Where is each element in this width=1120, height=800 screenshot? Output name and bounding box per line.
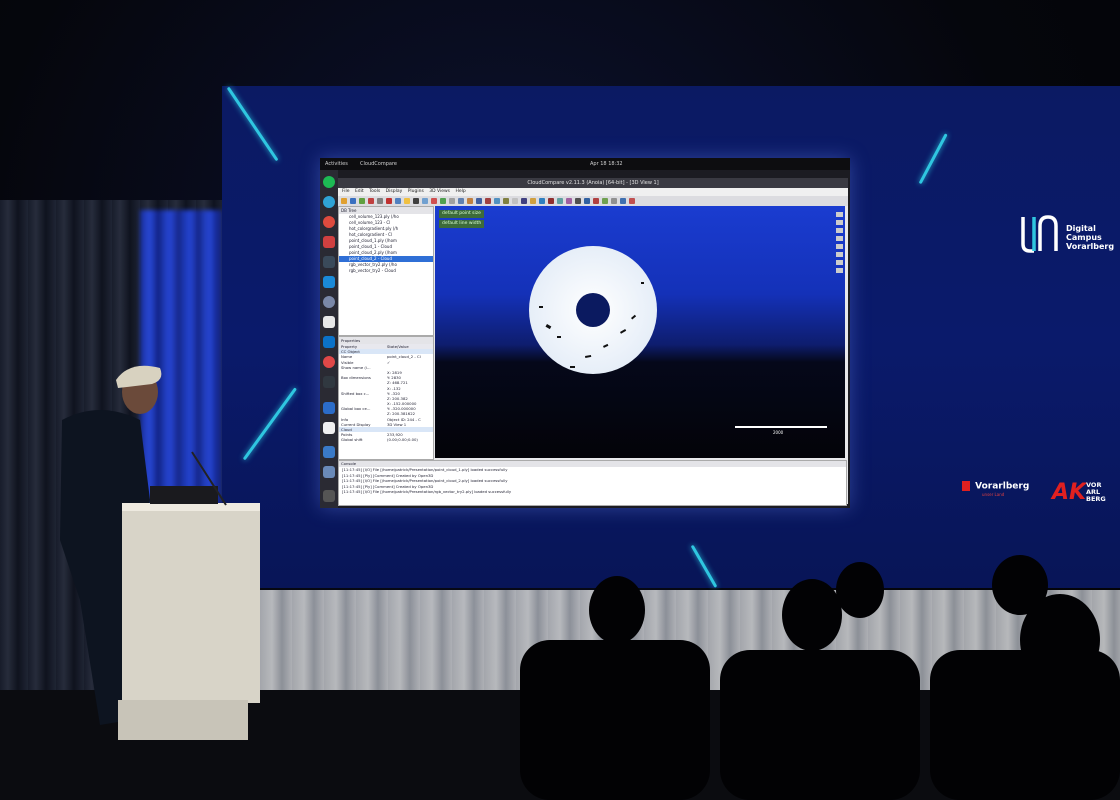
stage-photo: Activities CloudCompare Apr 18 18:32 Clo… — [0, 0, 1120, 800]
scene-silhouettes — [60, 365, 1120, 800]
audience — [520, 555, 1120, 800]
